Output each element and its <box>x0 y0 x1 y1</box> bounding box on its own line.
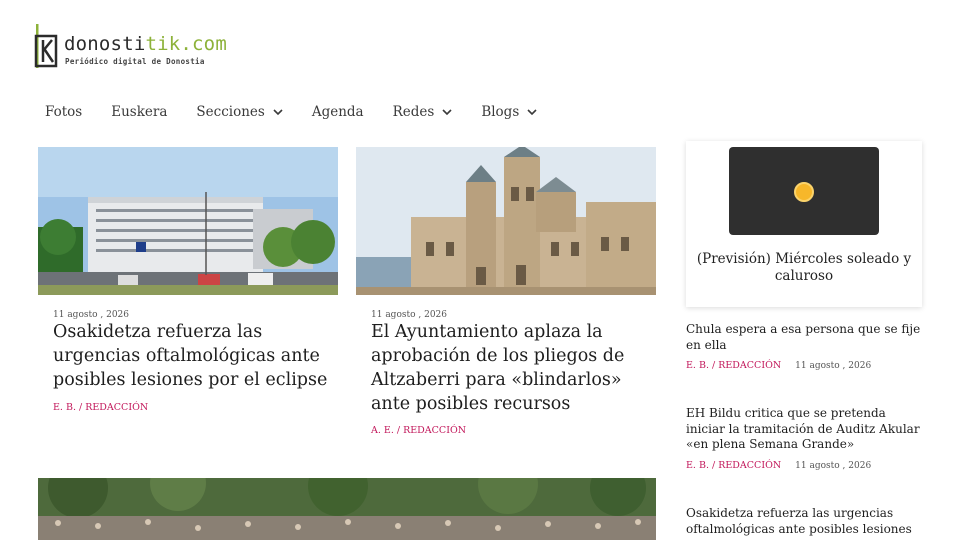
side-article-title[interactable]: Osakidetza refuerza las urgencias oftalm… <box>686 506 926 540</box>
logo-wordmark: donostitik.com <box>64 33 227 55</box>
nav-item-fotos[interactable]: Fotos <box>45 104 82 120</box>
article-author[interactable]: E. B. / REDACCIÓN <box>53 402 148 413</box>
weather-widget[interactable]: (Previsión) Miércoles soleado y caluroso <box>686 141 922 307</box>
article-image-hospital[interactable] <box>38 147 338 295</box>
side-article-author[interactable]: E. B. / REDACCIÓN <box>686 460 781 471</box>
list-item: Osakidetza refuerza las urgencias oftalm… <box>686 506 926 540</box>
article-date: 11 agosto , 2026 <box>371 310 447 320</box>
article-image-crowd[interactable] <box>38 478 656 540</box>
side-article-meta: E. B. / REDACCIÓN 11 agosto , 2026 <box>686 460 926 471</box>
nav-item-euskera[interactable]: Euskera <box>111 104 167 120</box>
list-item: Chula espera a esa persona que se fije e… <box>686 322 926 371</box>
chevron-down-icon <box>527 109 537 116</box>
article-author[interactable]: A. E. / REDACCIÓN <box>371 425 466 436</box>
nav-item-agenda[interactable]: Agenda <box>312 104 364 120</box>
logo-mark-icon <box>34 24 58 68</box>
chevron-down-icon <box>273 109 283 116</box>
side-article-author[interactable]: E. B. / REDACCIÓN <box>686 360 781 371</box>
list-item: EH Bildu critica que se pretenda iniciar… <box>686 406 926 471</box>
nav-item-blogs[interactable]: Blogs <box>481 104 537 120</box>
side-article-meta: E. B. / REDACCIÓN 11 agosto , 2026 <box>686 360 926 371</box>
nav-item-redes[interactable]: Redes <box>393 104 453 120</box>
site-logo[interactable]: donostitik.com Periódico digital de Dono… <box>34 22 264 70</box>
logo-tagline: Periódico digital de Donostia <box>65 57 205 66</box>
article-title[interactable]: El Ayuntamiento aplaza la aprobación de … <box>371 320 631 416</box>
weather-image <box>729 147 879 235</box>
side-article-date: 11 agosto , 2026 <box>795 361 872 371</box>
main-nav: Fotos Euskera Secciones Agenda Redes Blo… <box>45 104 566 120</box>
nav-item-secciones[interactable]: Secciones <box>196 104 283 120</box>
side-article-date: 11 agosto , 2026 <box>795 460 872 471</box>
article-date: 11 agosto , 2026 <box>53 310 129 320</box>
weather-title[interactable]: (Previsión) Miércoles soleado y caluroso <box>686 251 922 285</box>
side-article-title[interactable]: Chula espera a esa persona que se fije e… <box>686 322 926 353</box>
article-image-city-hall[interactable] <box>356 147 656 295</box>
sun-icon <box>794 182 814 202</box>
chevron-down-icon <box>442 109 452 116</box>
article-title[interactable]: Osakidetza refuerza las urgencias oftalm… <box>53 320 328 392</box>
side-article-title[interactable]: EH Bildu critica que se pretenda iniciar… <box>686 406 926 453</box>
